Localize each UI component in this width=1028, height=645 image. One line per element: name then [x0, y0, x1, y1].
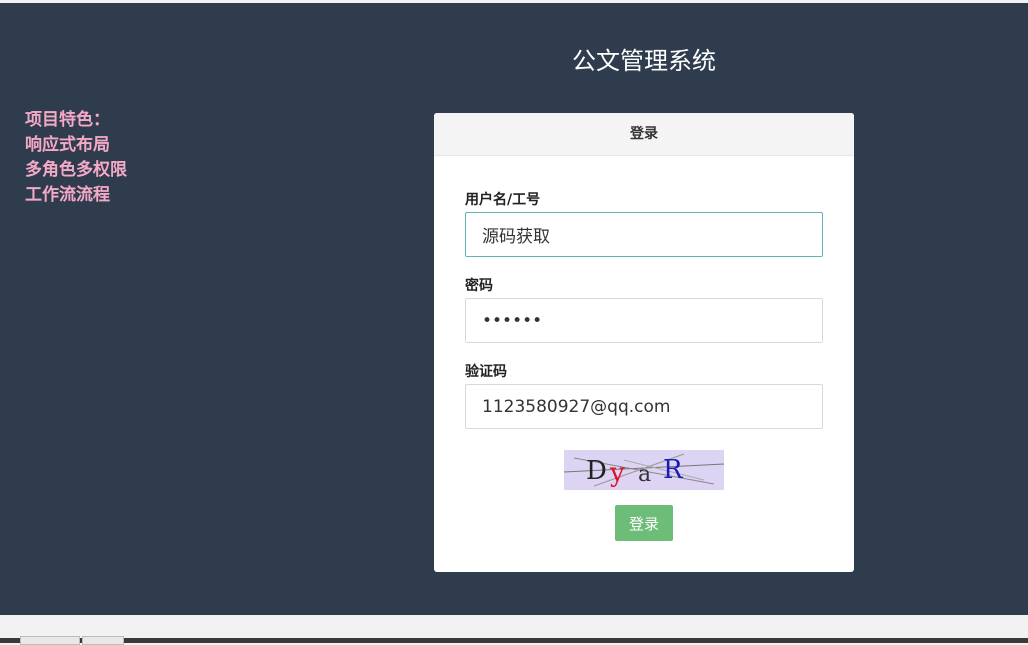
feature-item: 多角色多权限 — [25, 160, 127, 180]
captcha-input[interactable] — [465, 384, 823, 429]
password-input[interactable] — [465, 298, 823, 343]
page-title: 公文管理系统 — [572, 47, 716, 75]
feature-item: 工作流流程 — [25, 185, 110, 205]
taskbar-strip — [0, 638, 1028, 643]
captcha-label: 验证码 — [465, 364, 507, 380]
captcha-image[interactable]: D y a R — [564, 450, 724, 490]
taskbar-tab[interactable] — [20, 636, 80, 645]
username-input[interactable] — [465, 212, 823, 257]
login-card: 登录 用户名/工号 密码 验证码 D y a R 登录 — [434, 113, 854, 572]
page-background: 公文管理系统 项目特色： 响应式布局 多角色多权限 工作流流程 登录 用户名/工… — [0, 3, 1028, 615]
feature-item: 响应式布局 — [25, 135, 110, 155]
login-card-header: 登录 — [434, 113, 854, 156]
password-label: 密码 — [465, 278, 493, 294]
captcha-char: R — [663, 455, 684, 485]
captcha-char: a — [638, 462, 651, 487]
login-button[interactable]: 登录 — [615, 505, 673, 541]
captcha-char: D — [586, 456, 607, 486]
captcha-char: y — [609, 458, 625, 488]
feature-list: 项目特色： 响应式布局 多角色多权限 工作流流程 — [25, 108, 127, 208]
taskbar-tab[interactable] — [82, 636, 124, 645]
username-label: 用户名/工号 — [465, 192, 541, 208]
feature-heading: 项目特色： — [25, 110, 110, 130]
